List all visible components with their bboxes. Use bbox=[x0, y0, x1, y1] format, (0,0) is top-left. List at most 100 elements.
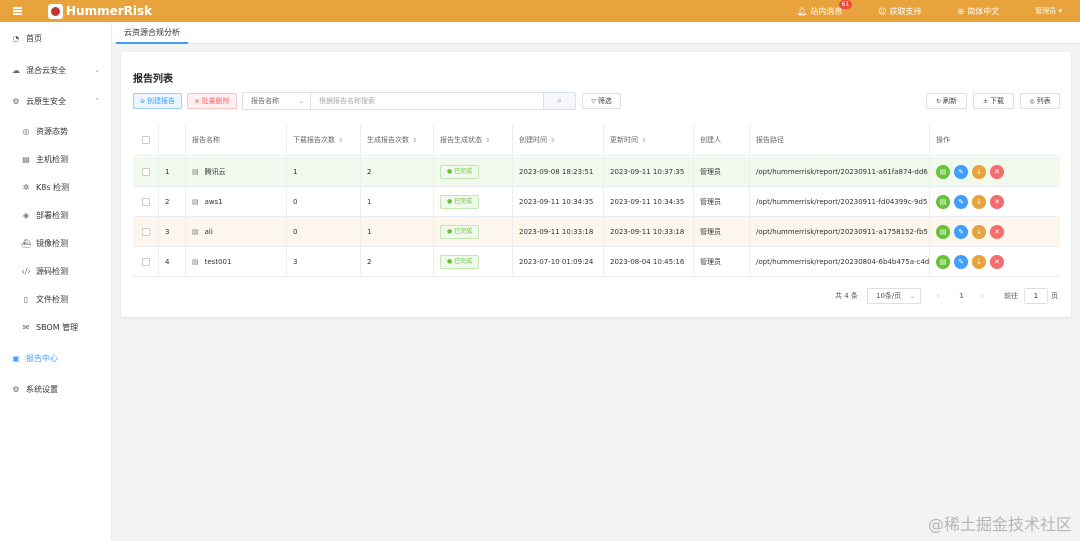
page-number-current[interactable]: 1 bbox=[959, 288, 964, 304]
updated-header[interactable]: 更新时间 ⇕ bbox=[604, 124, 694, 156]
sidebar-item-label: K8s 检测 bbox=[36, 182, 70, 192]
download-icon[interactable]: ↓ bbox=[972, 165, 986, 179]
row-path: /opt/hummerrisk/report/20230911-a1758152… bbox=[750, 217, 930, 247]
table-row[interactable]: 2 ▤ aws1 0 1 ● 已完成 2023-09-11 10:34:35 20… bbox=[133, 187, 1060, 217]
batch-delete-button[interactable]: ⊗ 批量删除 bbox=[187, 93, 237, 109]
hamburger-menu-icon[interactable] bbox=[0, 0, 34, 22]
row-name[interactable]: ▤ ali bbox=[186, 217, 287, 247]
status-badge: ● 已完成 bbox=[440, 195, 480, 209]
refresh-icon: ↻ bbox=[935, 97, 942, 105]
delete-icon[interactable]: ✕ bbox=[990, 255, 1004, 269]
search-field-select[interactable]: 报告名称 ⌄ bbox=[243, 93, 311, 109]
view-report-icon[interactable]: ▤ bbox=[936, 225, 950, 239]
messages-button[interactable]: 🔔︎ 站内消息 61 bbox=[797, 0, 853, 17]
download-icon[interactable]: ↓ bbox=[972, 255, 986, 269]
download-icon[interactable]: ↓ bbox=[972, 195, 986, 209]
refresh-button[interactable]: ↻ 刷新 bbox=[926, 93, 967, 109]
view-report-icon[interactable]: ▤ bbox=[936, 255, 950, 269]
row-checkbox[interactable] bbox=[133, 187, 159, 217]
actions-header: 操作 bbox=[936, 136, 950, 144]
columns-button[interactable]: ◎ 列表 bbox=[1020, 93, 1060, 109]
sidebar-item-home[interactable]: ◔ 首页 bbox=[0, 28, 112, 48]
document-icon: ▤ bbox=[192, 228, 199, 236]
prev-page-icon[interactable]: ‹ bbox=[937, 288, 940, 304]
help-icon: ☺ bbox=[878, 6, 887, 16]
bell-icon: 🔔︎ bbox=[797, 6, 808, 16]
row-path: /opt/hummerrisk/report/20230911-a61fa874… bbox=[750, 157, 930, 187]
download-button[interactable]: ± 下载 bbox=[973, 93, 1014, 109]
next-page-icon[interactable]: › bbox=[981, 288, 984, 304]
delete-icon[interactable]: ✕ bbox=[990, 225, 1004, 239]
sidebar-item-sbom[interactable]: ✉ SBOM 管理 bbox=[0, 317, 112, 337]
tab-cloud-compliance[interactable]: 云资源合规分析 bbox=[116, 22, 188, 44]
deploy-icon: ◈ bbox=[22, 210, 30, 220]
row-path: /opt/hummerrisk/report/20230911-fd04399c… bbox=[750, 187, 930, 217]
language-selector[interactable]: ⊕ 简体中文 bbox=[958, 6, 1000, 17]
app-logo[interactable]: HummerRisk bbox=[48, 3, 152, 19]
delete-icon[interactable]: ✕ bbox=[990, 195, 1004, 209]
view-report-icon[interactable]: ▤ bbox=[936, 165, 950, 179]
row-status: ● 已完成 bbox=[434, 217, 513, 247]
support-button[interactable]: ☺ 获取支持 bbox=[878, 6, 921, 17]
status-badge: ● 已完成 bbox=[440, 255, 480, 269]
row-checkbox[interactable] bbox=[133, 157, 159, 187]
edit-icon[interactable]: ✎ bbox=[954, 195, 968, 209]
sidebar-item-k8s[interactable]: ✲ K8s 检测 bbox=[0, 177, 112, 197]
generated-header[interactable]: 生成报告次数 ⇕ bbox=[361, 124, 434, 156]
download-icon[interactable]: ↓ bbox=[972, 225, 986, 239]
globe-icon: ⊕ bbox=[957, 6, 965, 16]
table-row[interactable]: 1 ▤ 腾讯云 1 2 ● 已完成 2023-09-08 18:23:51 202… bbox=[133, 157, 1060, 187]
sidebar-item-label: 系统设置 bbox=[26, 384, 58, 394]
sidebar-item-label: 首页 bbox=[26, 33, 42, 43]
page-size-select[interactable]: 10条/页 ⌄ bbox=[867, 288, 921, 304]
logo-shield-icon bbox=[48, 3, 63, 19]
table-row[interactable]: 3 ▤ ali 0 1 ● 已完成 2023-09-11 10:33:18 202… bbox=[133, 217, 1060, 247]
delete-icon[interactable]: ✕ bbox=[990, 165, 1004, 179]
status-badge: ● 已完成 bbox=[440, 225, 480, 239]
row-name[interactable]: ▤ aws1 bbox=[186, 187, 287, 217]
row-creator: 管理员 bbox=[694, 217, 750, 247]
goto-label: 前往 bbox=[1004, 292, 1018, 300]
search-input[interactable]: 根据报告名称搜索 bbox=[311, 93, 543, 109]
filter-button[interactable]: ▽ 筛选 bbox=[582, 93, 621, 109]
sidebar-item-settings[interactable]: ⚙ 系统设置 bbox=[0, 379, 112, 399]
row-created: 2023-09-11 10:33:18 bbox=[513, 217, 604, 247]
chevron-down-icon: ▾ bbox=[1058, 7, 1062, 15]
downloads-header[interactable]: 下载报告次数 ⇕ bbox=[287, 124, 361, 156]
chevron-down-icon: ⌄ bbox=[909, 292, 915, 300]
sidebar-item-label: 源码检测 bbox=[36, 266, 68, 276]
view-report-icon[interactable]: ▤ bbox=[936, 195, 950, 209]
sidebar-item-deploy[interactable]: ◈ 部署检测 bbox=[0, 205, 112, 225]
sidebar-item-report-center[interactable]: ▣ 报告中心 bbox=[0, 348, 112, 368]
user-menu[interactable]: 管理员 ▾ bbox=[1035, 6, 1062, 16]
sidebar-item-image[interactable]: ⛴ 镜像检测 bbox=[0, 233, 112, 253]
row-name[interactable]: ▤ test001 bbox=[186, 247, 287, 277]
sidebar-item-host[interactable]: ▤ 主机检测 bbox=[0, 149, 112, 169]
sidebar-item-cloud-native[interactable]: ⚙ 云原生安全 ⌃ bbox=[0, 91, 112, 111]
row-name[interactable]: ▤ 腾讯云 bbox=[186, 157, 287, 187]
language-label: 简体中文 bbox=[967, 6, 1000, 16]
status-header[interactable]: 报告生成状态 ⇕ bbox=[434, 124, 513, 156]
edit-icon[interactable]: ✎ bbox=[954, 255, 968, 269]
row-checkbox[interactable] bbox=[133, 247, 159, 277]
k8s-icon: ✲ bbox=[22, 182, 30, 192]
sidebar-item-code[interactable]: ‹/› 源码检测 bbox=[0, 261, 112, 281]
download-icon: ± bbox=[982, 97, 989, 105]
search-icon[interactable]: ⌕ bbox=[543, 93, 575, 109]
filter-icon: ▽ bbox=[591, 97, 596, 105]
row-index: 1 bbox=[159, 157, 186, 187]
select-all-checkbox[interactable] bbox=[133, 124, 159, 156]
row-generated: 1 bbox=[361, 217, 434, 247]
download-label: 下载 bbox=[990, 97, 1005, 105]
row-status: ● 已完成 bbox=[434, 157, 513, 187]
row-checkbox[interactable] bbox=[133, 217, 159, 247]
sidebar-item-hybrid-cloud[interactable]: ☁ 混合云安全 ⌄ bbox=[0, 60, 112, 80]
sidebar-item-resource[interactable]: ◎ 资源态势 bbox=[0, 121, 112, 141]
created-header[interactable]: 创建时间 ⇕ bbox=[513, 124, 604, 156]
create-report-button[interactable]: ⊕ 创建报告 bbox=[133, 93, 182, 109]
edit-icon[interactable]: ✎ bbox=[954, 165, 968, 179]
goto-page-input[interactable]: 1 bbox=[1024, 288, 1048, 304]
table-row[interactable]: 4 ▤ test001 3 2 ● 已完成 2023-07-10 01:09:24… bbox=[133, 247, 1060, 277]
edit-icon[interactable]: ✎ bbox=[954, 225, 968, 239]
sidebar-item-file[interactable]: ▯ 文件检测 bbox=[0, 289, 112, 309]
